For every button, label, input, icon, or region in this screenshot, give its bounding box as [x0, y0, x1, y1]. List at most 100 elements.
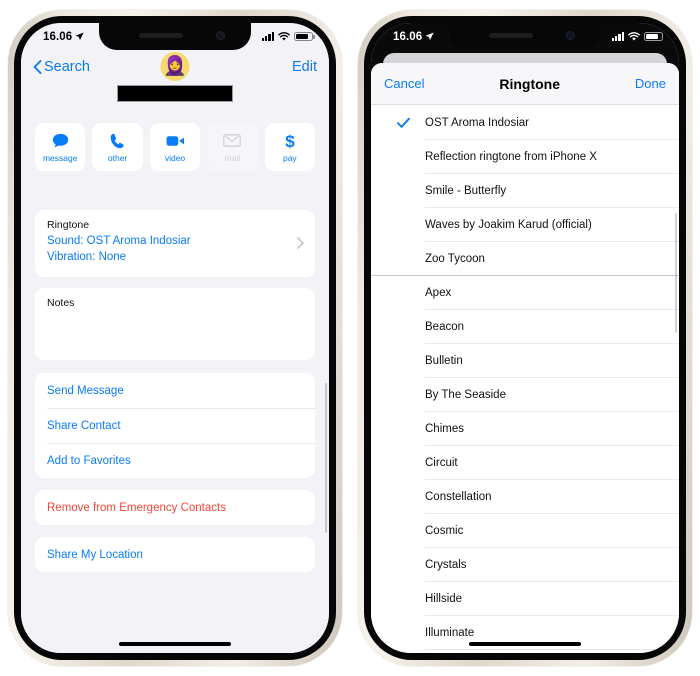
- right-status-left: 16.06: [393, 31, 434, 43]
- svg-text:$: $: [285, 132, 295, 150]
- envelope-icon: [223, 131, 242, 150]
- action-other-button[interactable]: other: [92, 123, 143, 171]
- ringtone-modal-sheet: Cancel Ringtone Done OST Aroma Indosiar R…: [371, 63, 679, 653]
- right-status-time: 16.06: [393, 30, 423, 43]
- left-home-indicator[interactable]: [119, 642, 231, 646]
- contact-detail-screen: 16.06 Search Edit 🧕 message other video …: [21, 23, 329, 653]
- two-phone-comparison: 16.06 Search Edit 🧕 message other video …: [0, 0, 700, 676]
- left-phone-frame: 16.06 Search Edit 🧕 message other video …: [8, 10, 342, 666]
- action-mail-button: mail: [207, 123, 258, 171]
- ringtone-row[interactable]: Circuit: [371, 446, 679, 480]
- ringtone-row-label: Reflection ringtone from iPhone X: [425, 151, 597, 163]
- contact-avatar[interactable]: 🧕: [160, 52, 190, 81]
- video-camera-icon: [166, 131, 185, 150]
- checkmark-icon: [397, 117, 410, 128]
- send-message-row[interactable]: Send Message: [35, 373, 315, 408]
- cellular-bars-icon: [261, 32, 274, 41]
- ringtone-list[interactable]: OST Aroma Indosiar Reflection ringtone fr…: [371, 106, 679, 653]
- left-status-right: [261, 31, 315, 42]
- ringtone-row-label: Constellation: [425, 491, 492, 503]
- ringtone-row-label: Hillside: [425, 593, 463, 605]
- location-arrow-icon: [425, 32, 434, 41]
- action-message-label: message: [42, 153, 78, 163]
- cancel-button[interactable]: Cancel: [384, 76, 424, 91]
- left-notch: [99, 23, 251, 50]
- ringtone-row[interactable]: Crystals: [371, 548, 679, 582]
- ringtone-row-label: Beacon: [425, 321, 465, 333]
- avatar-emoji: 🧕: [163, 56, 187, 77]
- ringtone-row[interactable]: Cosmic: [371, 514, 679, 548]
- earpiece-speaker: [489, 33, 533, 38]
- remove-from-emergency-contacts-row[interactable]: Remove from Emergency Contacts: [35, 490, 315, 525]
- ringtone-row[interactable]: Apex: [371, 276, 679, 310]
- share-my-location-row[interactable]: Share My Location: [35, 537, 315, 572]
- location-arrow-icon: [75, 32, 84, 41]
- chevron-left-icon: [33, 60, 42, 74]
- ringtone-row[interactable]: Beacon: [371, 310, 679, 344]
- ringtone-row-label: Crystals: [425, 559, 467, 571]
- back-to-search-button[interactable]: Search: [33, 59, 90, 75]
- ringtone-row-label: Chimes: [425, 423, 464, 435]
- wifi-icon: [278, 31, 290, 41]
- left-status-left: 16.06: [43, 31, 84, 43]
- action-pay-label: pay: [282, 153, 297, 163]
- wifi-icon: [628, 31, 640, 41]
- ringtone-row-label: Smile - Butterfly: [425, 185, 507, 197]
- done-button[interactable]: Done: [635, 76, 666, 91]
- ringtone-vibration-value: Vibration: None: [47, 251, 127, 264]
- right-scrollbar[interactable]: [674, 213, 677, 333]
- ringtone-row-label: Illuminate: [425, 627, 475, 639]
- ringtone-row[interactable]: Hillside: [371, 582, 679, 616]
- action-message-button[interactable]: message: [35, 123, 86, 171]
- dollar-sign-icon: $: [284, 131, 296, 150]
- earpiece-speaker: [139, 33, 183, 38]
- message-bubble-icon: [52, 131, 69, 150]
- ringtone-sound-value: Sound: OST Aroma Indosiar: [47, 235, 191, 247]
- add-to-favorites-row[interactable]: Add to Favorites: [35, 443, 315, 478]
- action-video-button[interactable]: video: [149, 123, 201, 171]
- ringtone-row[interactable]: OST Aroma Indosiar: [371, 106, 679, 140]
- ringtone-row[interactable]: Waves by Joakim Karud (official): [371, 208, 679, 242]
- ringtone-row[interactable]: Reflection ringtone from iPhone X: [371, 140, 679, 174]
- sheet-nav-bar: Cancel Ringtone Done: [371, 63, 679, 105]
- ringtone-row[interactable]: Chimes: [371, 412, 679, 446]
- ringtone-row[interactable]: By The Seaside: [371, 378, 679, 412]
- sheet-title: Ringtone: [499, 75, 561, 92]
- ringtone-row-label: OST Aroma Indosiar: [425, 117, 529, 129]
- cellular-bars-icon: [611, 32, 624, 41]
- ringtone-row-label: Zoo Tycoon: [425, 253, 485, 265]
- back-button-label: Search: [44, 59, 90, 75]
- notes-card[interactable]: Notes: [35, 288, 315, 360]
- emergency-card: Remove from Emergency Contacts: [35, 490, 315, 525]
- action-pay-button[interactable]: $ pay: [264, 123, 316, 171]
- action-video-label: video: [164, 153, 186, 163]
- ringtone-card[interactable]: Ringtone Sound: OST Aroma Indosiar Vibra…: [35, 210, 315, 277]
- right-phone-screen: 16.06 Cancel Ringtone Done OST Aroma Ind…: [371, 23, 679, 653]
- battery-icon: [294, 31, 315, 42]
- ringtone-row-label: By The Seaside: [425, 389, 506, 401]
- ringtone-row[interactable]: Smile - Butterfly: [371, 174, 679, 208]
- battery-icon: [644, 31, 665, 42]
- ringtone-card-title: Ringtone: [47, 219, 90, 231]
- left-scrollbar[interactable]: [324, 383, 327, 533]
- contact-quick-actions: message other video mail $ pay: [35, 123, 316, 171]
- right-notch: [449, 23, 601, 50]
- ringtone-row-label: Waves by Joakim Karud (official): [425, 219, 592, 231]
- contact-links-card: Send Message Share Contact Add to Favori…: [35, 373, 315, 478]
- ringtone-picker-screen: 16.06 Cancel Ringtone Done OST Aroma Ind…: [371, 23, 679, 653]
- right-home-indicator[interactable]: [469, 642, 581, 646]
- ringtone-row[interactable]: Zoo Tycoon: [371, 242, 679, 276]
- ringtone-row-label: Circuit: [425, 457, 458, 469]
- left-status-time: 16.06: [43, 30, 73, 43]
- edit-button[interactable]: Edit: [292, 59, 317, 75]
- location-card: Share My Location: [35, 537, 315, 572]
- notes-card-title: Notes: [47, 297, 75, 309]
- right-phone-frame: 16.06 Cancel Ringtone Done OST Aroma Ind…: [358, 10, 692, 666]
- action-mail-label: mail: [224, 153, 241, 163]
- ringtone-row[interactable]: Constellation: [371, 480, 679, 514]
- front-camera-icon: [216, 31, 225, 40]
- share-contact-row[interactable]: Share Contact: [35, 408, 315, 443]
- ringtone-row[interactable]: Bulletin: [371, 344, 679, 378]
- contact-name-redacted: [117, 85, 233, 102]
- ringtone-row-label: Bulletin: [425, 355, 463, 367]
